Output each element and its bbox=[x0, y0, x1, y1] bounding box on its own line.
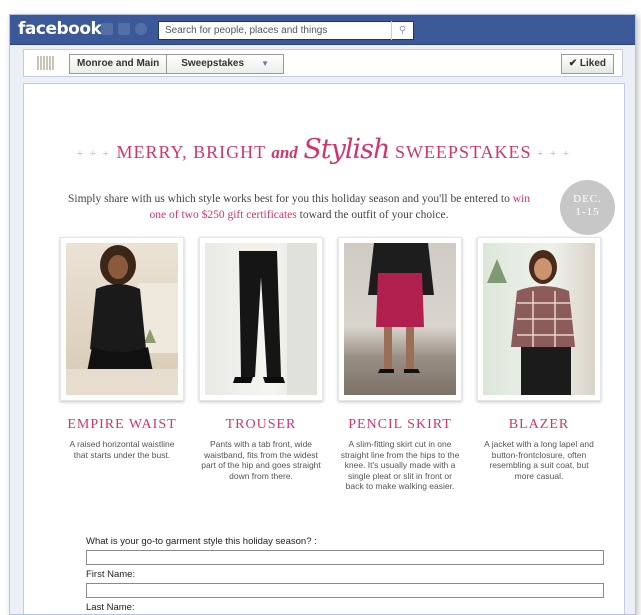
tab-name: Sweepstakes bbox=[181, 58, 245, 69]
friend-requests-icon[interactable] bbox=[101, 23, 113, 35]
wall-panel bbox=[287, 243, 317, 395]
title-and: and bbox=[271, 143, 298, 162]
product-card-blazer[interactable]: BLAZER A jacket with a long lapel and bu… bbox=[477, 237, 601, 481]
face bbox=[108, 255, 128, 279]
garment-style-field[interactable] bbox=[86, 550, 604, 565]
product-card-trouser[interactable]: TROUSER Pants with a tab front, wide wai… bbox=[199, 237, 323, 481]
trouser-image bbox=[205, 243, 317, 395]
blazer-image bbox=[483, 243, 595, 395]
date-range: 1-15 bbox=[575, 206, 600, 218]
page-name-link[interactable]: Monroe and Main bbox=[70, 55, 166, 73]
title-part-2: SWEEPSTAKES bbox=[394, 142, 532, 162]
facebook-logo[interactable]: facebook bbox=[18, 19, 102, 39]
liked-button[interactable]: ✔ Liked bbox=[560, 54, 614, 74]
product-photo[interactable] bbox=[338, 237, 462, 401]
leg-left bbox=[384, 327, 392, 371]
skirt bbox=[376, 273, 424, 327]
product-name[interactable]: TROUSER bbox=[199, 417, 323, 433]
product-description: A jacket with a long lapel and button-fr… bbox=[484, 439, 594, 481]
product-name[interactable]: EMPIRE WAIST bbox=[60, 417, 184, 433]
plaid-blazer bbox=[511, 286, 575, 347]
liked-label: Liked bbox=[579, 58, 606, 69]
leg-right bbox=[406, 327, 414, 371]
checkmark-icon: ✔ bbox=[568, 58, 578, 69]
messages-icon[interactable] bbox=[118, 23, 130, 35]
pencil-skirt-image bbox=[344, 243, 456, 395]
pencil-skirt-figure bbox=[368, 243, 434, 373]
search-input[interactable]: Search for people, places and things ⚲ bbox=[158, 21, 414, 40]
chevron-down-icon: ▼ bbox=[261, 59, 269, 68]
intro-before: Simply share with us which style works b… bbox=[67, 193, 510, 205]
product-photo[interactable] bbox=[477, 237, 601, 401]
product-card-empire-waist[interactable]: EMPIRE WAIST A raised horizontal waistli… bbox=[60, 237, 184, 460]
page-logo-thumbnail[interactable] bbox=[37, 56, 55, 70]
empire-waist-figure bbox=[66, 245, 178, 395]
search-placeholder: Search for people, places and things bbox=[165, 25, 328, 36]
facebook-window: facebook Search for people, places and t… bbox=[9, 14, 636, 615]
search-icon[interactable]: ⚲ bbox=[391, 21, 413, 40]
title-script: Stylish bbox=[303, 134, 390, 165]
face bbox=[534, 258, 552, 280]
last-name-label: Last Name: bbox=[86, 602, 135, 613]
blazer-figure bbox=[487, 250, 575, 395]
sweepstakes-title: + + + MERRY, BRIGHT and Stylish SWEEPSTA… bbox=[24, 134, 624, 165]
product-photo[interactable] bbox=[60, 237, 184, 401]
first-name-field[interactable] bbox=[86, 583, 604, 598]
product-description: A raised horizontal waistline that start… bbox=[69, 439, 175, 460]
skirt bbox=[521, 347, 571, 395]
entry-form: What is your go-to garment style this ho… bbox=[86, 536, 604, 614]
product-description: Pants with a tab front, wide waistband, … bbox=[201, 439, 321, 481]
product-name[interactable]: BLAZER bbox=[477, 417, 601, 433]
chair bbox=[66, 369, 178, 395]
product-card-pencil-skirt[interactable]: PENCIL SKIRT A slim-fitting skirt cut in… bbox=[338, 237, 462, 492]
page-header-bar: Monroe and Main Sweepstakes ▼ ✔ Liked bbox=[23, 49, 623, 77]
tab-dropdown[interactable]: Sweepstakes ▼ bbox=[167, 55, 283, 73]
decorative-stars-left: + + + bbox=[76, 147, 111, 160]
facebook-top-bar: facebook Search for people, places and t… bbox=[10, 15, 635, 45]
sweepstakes-content: + + + MERRY, BRIGHT and Stylish SWEEPSTA… bbox=[23, 83, 625, 614]
trousers bbox=[239, 251, 281, 377]
intro-after: toward the outfit of your choice. bbox=[299, 209, 449, 221]
intro-text: Simply share with us which style works b… bbox=[64, 191, 534, 223]
notification-jewels bbox=[101, 23, 147, 35]
heels bbox=[378, 369, 420, 373]
question-label: What is your go-to garment style this ho… bbox=[86, 536, 317, 547]
product-photo[interactable] bbox=[199, 237, 323, 401]
date-badge: DEC. 1-15 bbox=[560, 180, 615, 235]
product-description: A slim-fitting skirt cut in one straight… bbox=[340, 439, 460, 491]
date-month: DEC. bbox=[573, 193, 602, 205]
empire-waist-image bbox=[66, 243, 178, 395]
product-name[interactable]: PENCIL SKIRT bbox=[338, 417, 462, 433]
shoes bbox=[233, 377, 285, 383]
tree-decor bbox=[487, 259, 507, 283]
dress bbox=[90, 284, 146, 356]
notifications-icon[interactable] bbox=[135, 23, 147, 35]
title-part-1: MERRY, BRIGHT bbox=[116, 142, 266, 162]
first-name-label: First Name: bbox=[86, 569, 136, 580]
decorative-stars-right: + + + bbox=[537, 147, 572, 160]
trouser-figure bbox=[233, 243, 317, 395]
page-breadcrumb: Monroe and Main Sweepstakes ▼ bbox=[69, 54, 284, 74]
